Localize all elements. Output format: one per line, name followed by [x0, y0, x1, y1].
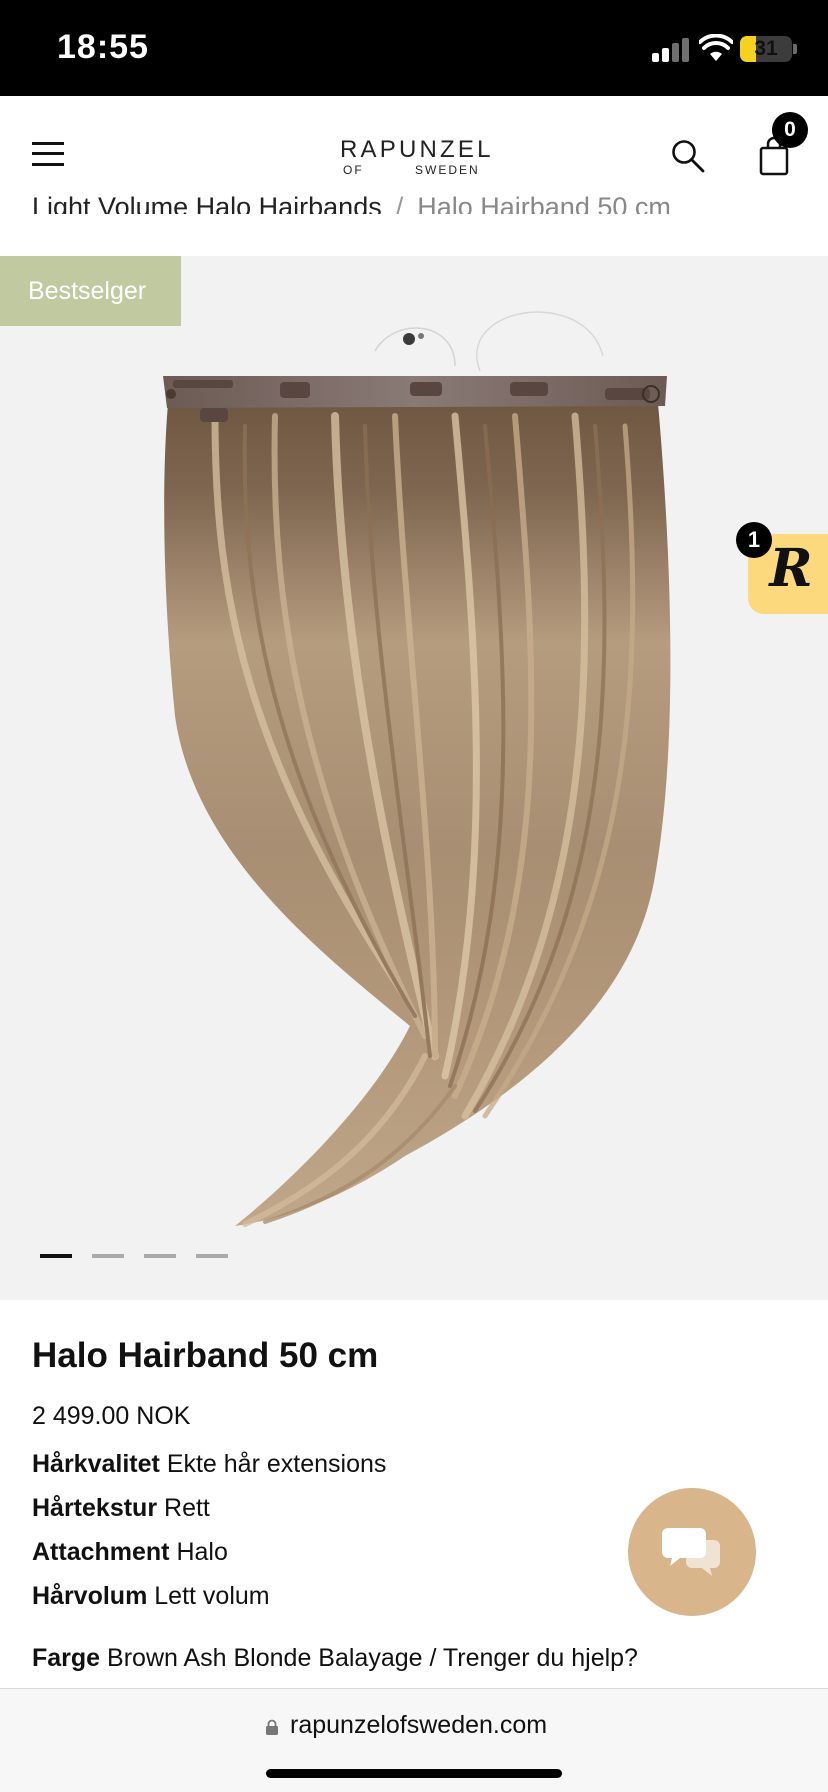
product-title: Halo Hairband 50 cm	[32, 1336, 379, 1375]
site-logo[interactable]: RAPUNZEL OF SWEDEN	[340, 136, 494, 177]
attribute-label: Hårvolum	[32, 1582, 148, 1610]
attribute-value: Lett volum	[154, 1582, 270, 1610]
attribute-label: Farge	[32, 1644, 101, 1672]
gallery-dot[interactable]	[144, 1254, 176, 1258]
product-price: 2 499.00 NOK	[32, 1402, 191, 1430]
attribute-value: Brown Ash Blonde Balayage / Trenger du h…	[107, 1644, 638, 1672]
logo-sub-right: SWEDEN	[415, 163, 480, 177]
attribute-value: Halo	[176, 1538, 228, 1566]
home-indicator[interactable]	[266, 1769, 562, 1778]
attribute-label: Hårkvalitet	[32, 1450, 160, 1478]
product-gallery[interactable]: Bestselger	[0, 256, 828, 1300]
loyalty-count-badge[interactable]: 1	[736, 522, 772, 558]
status-bar: 18:55 31	[0, 0, 828, 96]
gallery-dot[interactable]	[92, 1254, 124, 1258]
battery-level: 31	[754, 37, 778, 60]
bestseller-badge: Bestselger	[0, 256, 181, 326]
wifi-icon	[699, 34, 733, 61]
attribute-value: Ekte hår extensions	[166, 1450, 387, 1478]
product-image-hair-extension[interactable]	[155, 296, 675, 1236]
signal-icon	[652, 38, 690, 62]
browser-url-bar[interactable]: rapunzelofsweden.com	[0, 1688, 828, 1792]
logo-main-text: RAPUNZEL	[340, 136, 494, 163]
chat-bubbles-icon	[662, 1528, 720, 1576]
attribute-hair-texture: Hårtekstur Rett	[32, 1494, 210, 1523]
attribute-label: Hårtekstur	[32, 1494, 158, 1522]
gallery-dot[interactable]	[196, 1254, 228, 1258]
cart-count-badge[interactable]: 0	[772, 112, 808, 148]
battery-tip	[793, 44, 797, 54]
url-text[interactable]: rapunzelofsweden.com	[290, 1711, 547, 1740]
breadcrumb-current: Halo Hairband 50 cm	[417, 192, 671, 214]
menu-icon[interactable]	[32, 142, 64, 166]
logo-sub-left: OF	[343, 163, 364, 177]
gallery-dot[interactable]	[40, 1254, 72, 1258]
breadcrumb-parent-link[interactable]: Light Volume Halo Hairbands	[32, 192, 382, 214]
site-header: RAPUNZEL OF SWEDEN 0 Light Volume Halo H…	[0, 96, 828, 214]
attribute-hair-volume: Hårvolum Lett volum	[32, 1582, 270, 1611]
attribute-hair-quality: Hårkvalitet Ekte hår extensions	[32, 1450, 386, 1479]
attribute-color[interactable]: Farge Brown Ash Blonde Balayage / Trenge…	[32, 1644, 638, 1673]
attribute-attachment: Attachment Halo	[32, 1538, 228, 1567]
search-icon[interactable]	[670, 138, 706, 174]
chat-button[interactable]	[628, 1488, 756, 1616]
attribute-label: Attachment	[32, 1538, 170, 1566]
breadcrumb: Light Volume Halo Hairbands / Halo Hairban…	[32, 192, 671, 214]
attribute-value: Rett	[164, 1494, 210, 1522]
lock-icon	[266, 1719, 278, 1735]
status-time: 18:55	[57, 28, 149, 66]
battery-icon: 31	[740, 36, 792, 62]
breadcrumb-separator: /	[395, 192, 404, 214]
